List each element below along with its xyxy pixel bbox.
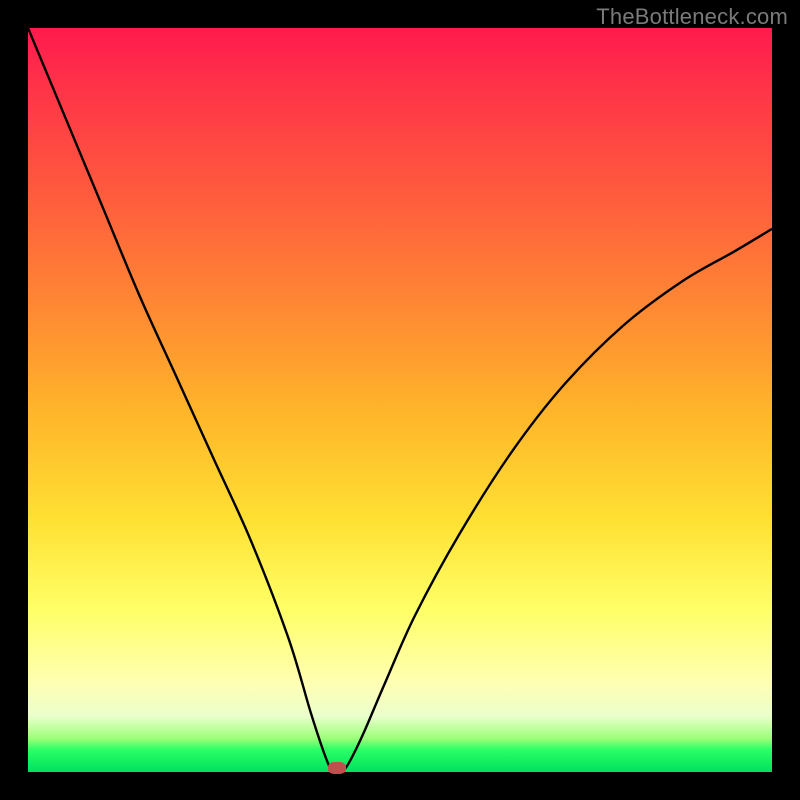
chart-frame: TheBottleneck.com bbox=[0, 0, 800, 800]
minimum-marker bbox=[328, 762, 346, 774]
bottleneck-curve bbox=[28, 28, 772, 772]
watermark-text: TheBottleneck.com bbox=[596, 4, 788, 30]
curve-path bbox=[28, 28, 772, 772]
plot-area bbox=[28, 28, 772, 772]
